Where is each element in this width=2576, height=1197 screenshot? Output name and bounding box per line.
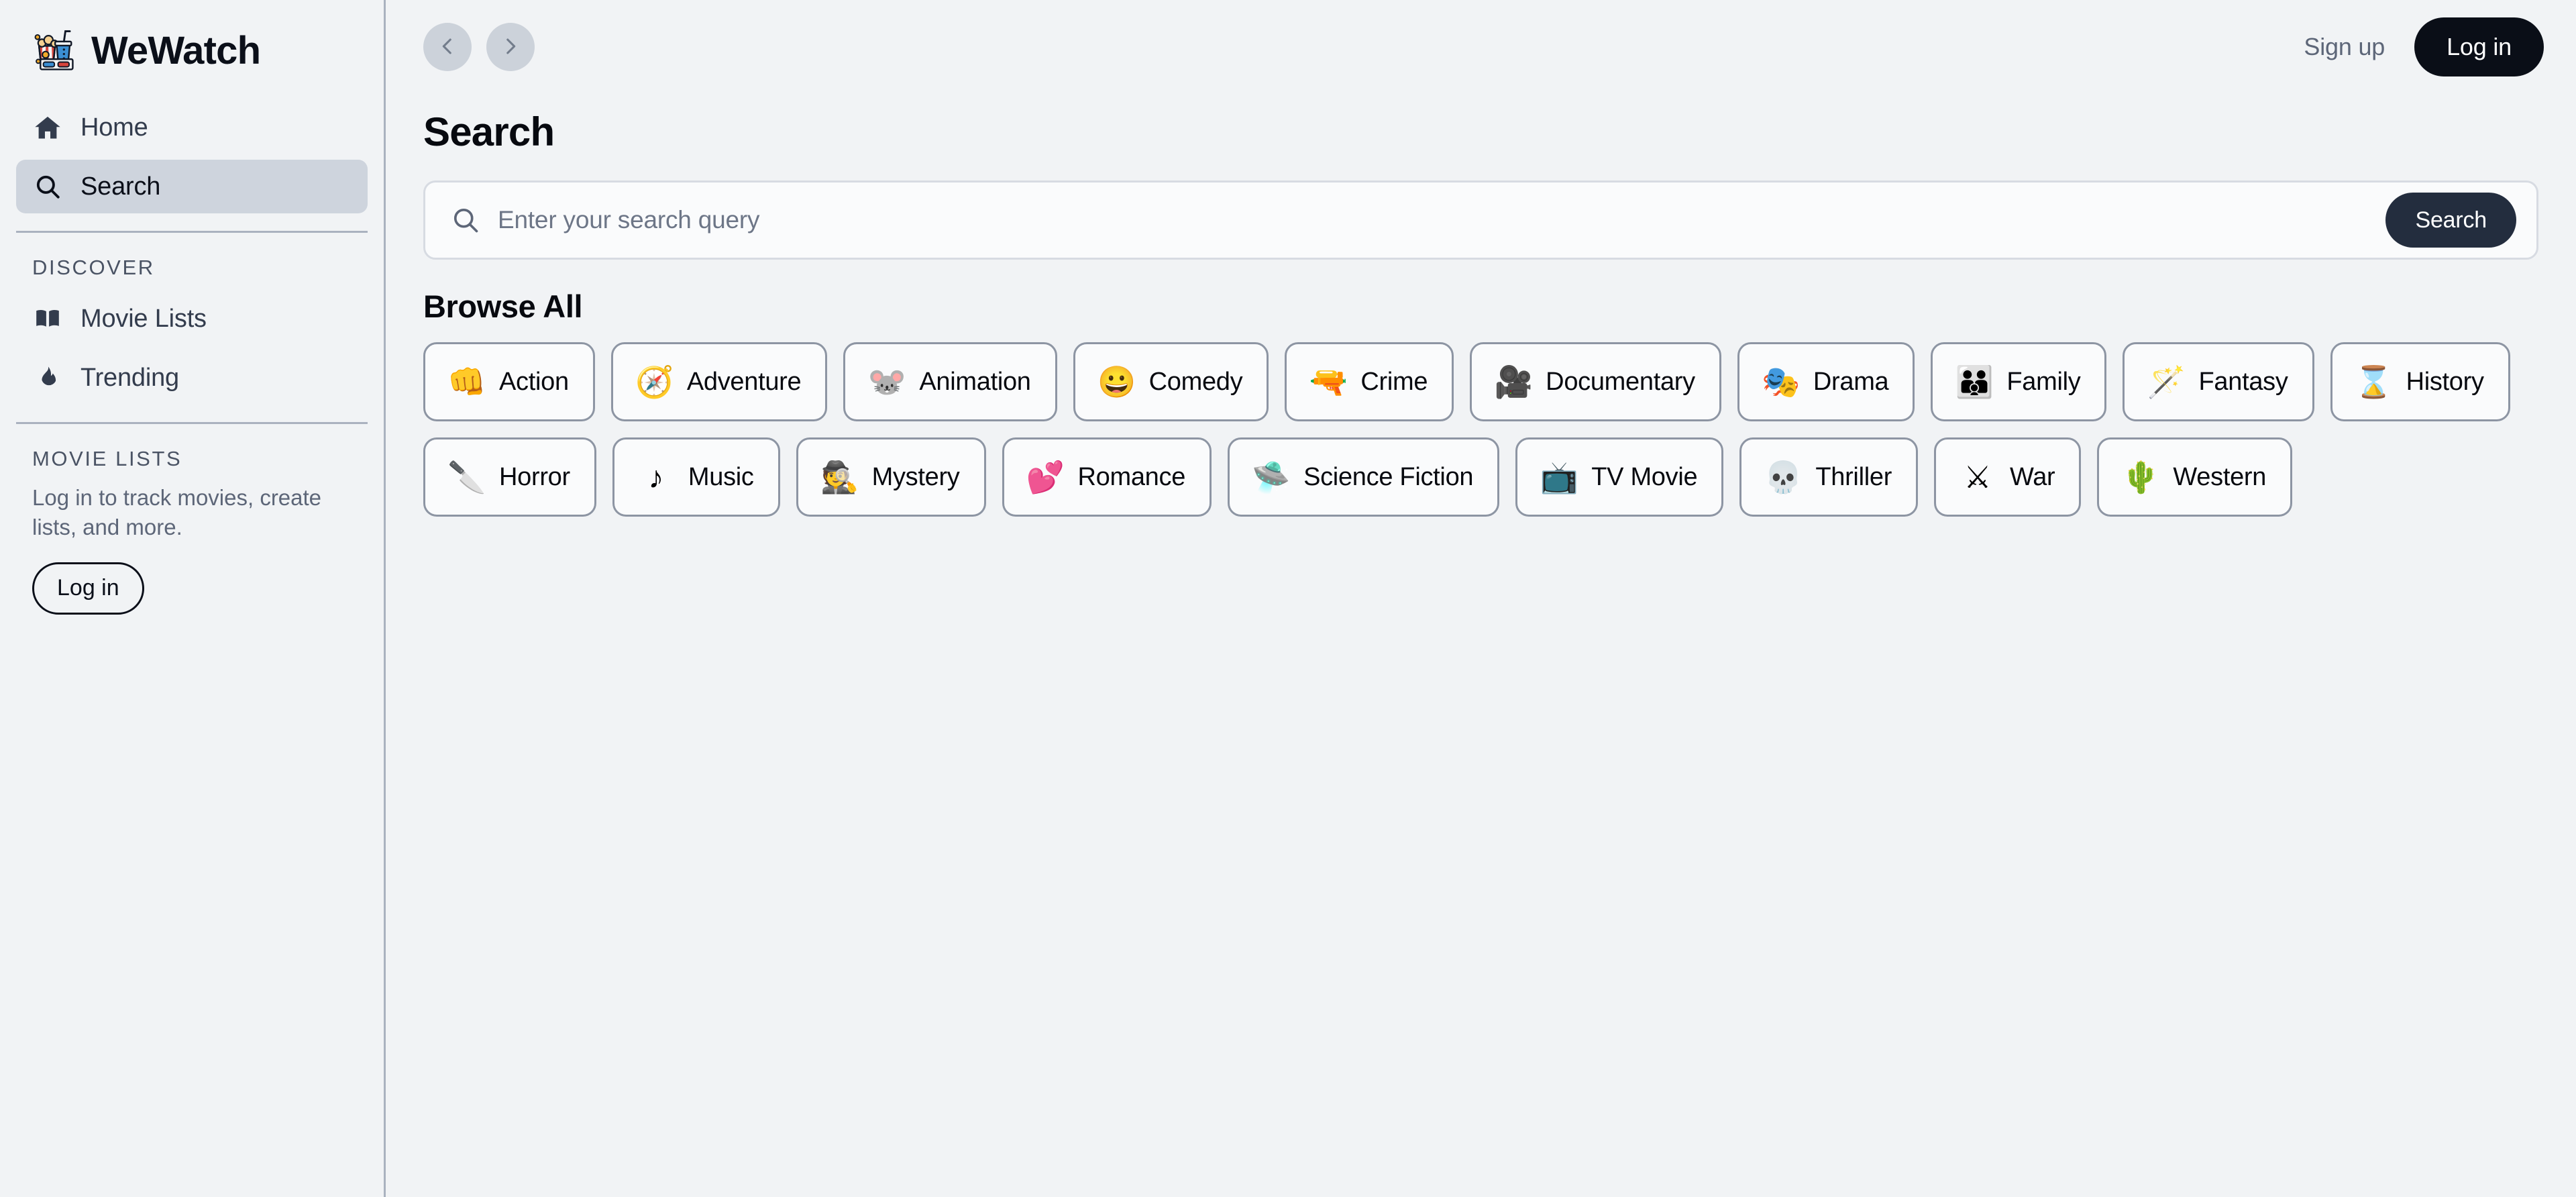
sidebar-item-home-label: Home (80, 113, 148, 142)
app-root: WeWatch Home Search DISCOVER Movie Lists… (0, 0, 2576, 1197)
sidebar: WeWatch Home Search DISCOVER Movie Lists… (0, 0, 386, 1197)
genre-chip-list: 👊 Action 🧭 Adventure 🐭 Animation 😀 Comedy 🔫 Crime… (423, 342, 2538, 517)
mouse-ears-icon: 🐭 (867, 364, 906, 399)
sidebar-item-trending[interactable]: Trending (16, 351, 368, 405)
sign-up-button[interactable]: Sign up (2304, 33, 2385, 61)
genre-chip-label: Crime (1360, 367, 1428, 396)
sidebar-section-movie-lists-title: MOVIE LISTS (32, 447, 182, 470)
genre-chip-animation[interactable]: 🐭 Animation (843, 342, 1057, 421)
brand[interactable]: WeWatch (16, 0, 368, 101)
crossed-swords-icon: ⚔ (1964, 460, 1992, 495)
sidebar-item-home[interactable]: Home (16, 101, 368, 154)
search-icon (449, 204, 482, 236)
home-icon (32, 112, 63, 143)
music-note-icon: ♪ (648, 460, 664, 495)
auth-actions: Sign up Log in (2304, 17, 2544, 76)
sidebar-item-search-label: Search (80, 172, 161, 201)
genre-chip-tv-movie[interactable]: 📺 TV Movie (1515, 437, 1724, 517)
genre-chip-music[interactable]: ♪ Music (612, 437, 780, 517)
search-page: Search Search Browse All 👊 Action 🧭 Adventu… (386, 109, 2576, 517)
genre-chip-thriller[interactable]: 💀 Thriller (1739, 437, 1919, 517)
genre-chip-adventure[interactable]: 🧭 Adventure (610, 342, 828, 421)
two-hearts-icon: 💕 (1026, 460, 1065, 495)
forward-button[interactable] (486, 23, 535, 71)
sidebar-primary-nav: Home Search (16, 101, 368, 213)
page-title: Search (423, 109, 555, 154)
genre-chip-crime[interactable]: 🔫 Crime (1285, 342, 1454, 421)
comedy-mask-icon: 😀 (1097, 364, 1136, 399)
sidebar-login-button[interactable]: Log in (32, 562, 144, 615)
film-camera-icon: 🎥 (1494, 364, 1533, 399)
genre-chip-label: War (2010, 462, 2055, 491)
sidebar-section-discover-title: DISCOVER (32, 256, 155, 279)
genre-chip-science-fiction[interactable]: 🛸 Science Fiction (1228, 437, 1500, 517)
search-submit-button[interactable]: Search (2385, 193, 2516, 248)
sidebar-item-trending-label: Trending (80, 363, 179, 392)
genre-chip-label: Action (499, 367, 569, 396)
tv-play-icon: 📺 (1540, 460, 1578, 495)
history-nav-arrows (423, 23, 535, 71)
magic-wand-icon: 🪄 (2147, 364, 2186, 399)
hourglass-icon: ⌛ (2354, 364, 2394, 399)
back-button[interactable] (423, 23, 472, 71)
genre-chip-fantasy[interactable]: 🪄 Fantasy (2123, 342, 2314, 421)
skull-icon: 💀 (1764, 460, 1803, 495)
knife-icon: 🔪 (447, 460, 486, 495)
genre-chip-western[interactable]: 🌵 Western (2097, 437, 2293, 517)
genre-chip-label: Science Fiction (1303, 462, 1474, 491)
popcorn-drink-3d-glasses-icon (30, 26, 78, 74)
brand-name: WeWatch (91, 28, 261, 72)
search-bar[interactable]: Search (423, 180, 2538, 260)
genre-chip-label: Fantasy (2198, 367, 2288, 396)
genre-chip-label: Thriller (1815, 462, 1892, 491)
pistol-icon: 🔫 (1309, 364, 1348, 399)
log-in-button[interactable]: Log in (2414, 17, 2544, 76)
genre-chip-documentary[interactable]: 🎥 Documentary (1470, 342, 1721, 421)
fist-icon: 👊 (447, 364, 486, 399)
genre-chip-label: Drama (1813, 367, 1889, 396)
genre-chip-label: Horror (499, 462, 570, 491)
genre-chip-label: Documentary (1546, 367, 1695, 396)
sidebar-item-movie-lists-label: Movie Lists (80, 304, 207, 333)
family-icon: 👪 (1955, 364, 1994, 399)
cactus-icon: 🌵 (2121, 460, 2161, 495)
genre-chip-label: Romance (1077, 462, 1186, 491)
genre-chip-label: Comedy (1148, 367, 1243, 396)
genre-chip-mystery[interactable]: 🕵 Mystery (796, 437, 986, 517)
compass-icon: 🧭 (635, 364, 674, 399)
genre-chip-label: Adventure (686, 367, 802, 396)
drama-mask-icon: 🎭 (1762, 364, 1801, 399)
genre-chip-label: Animation (919, 367, 1031, 396)
sidebar-item-movie-lists[interactable]: Movie Lists (16, 292, 368, 346)
genre-chip-label: Western (2173, 462, 2267, 491)
flying-saucer-icon: 🛸 (1252, 460, 1291, 495)
genre-chip-horror[interactable]: 🔪 Horror (423, 437, 596, 517)
search-icon (32, 171, 63, 202)
sidebar-login-note: Log in to track movies, create lists, an… (32, 485, 322, 539)
genre-chip-family[interactable]: 👪 Family (1931, 342, 2107, 421)
genre-chip-label: History (2406, 367, 2484, 396)
genre-chip-label: Mystery (871, 462, 960, 491)
genre-chip-label: Music (688, 462, 754, 491)
genre-chip-label: Family (2006, 367, 2081, 396)
sidebar-discover-nav: Movie Lists Trending (16, 292, 368, 405)
genre-chip-drama[interactable]: 🎭 Drama (1737, 342, 1915, 421)
chevron-right-icon (499, 35, 522, 60)
flame-icon (32, 362, 63, 393)
genre-chip-history[interactable]: ⌛ History (2330, 342, 2510, 421)
browse-all-heading: Browse All (423, 289, 583, 324)
genre-chip-label: TV Movie (1591, 462, 1698, 491)
genre-chip-comedy[interactable]: 😀 Comedy (1073, 342, 1269, 421)
topbar: Sign up Log in (386, 0, 2576, 94)
sidebar-item-search[interactable]: Search (16, 160, 368, 213)
genre-chip-action[interactable]: 👊 Action (423, 342, 595, 421)
detective-icon: 🕵 (820, 460, 859, 495)
main-content: Sign up Log in Search Search Browse All … (386, 0, 2576, 1197)
genre-chip-war[interactable]: ⚔ War (1934, 437, 2082, 517)
chevron-left-icon (436, 35, 459, 60)
genre-chip-romance[interactable]: 💕 Romance (1002, 437, 1212, 517)
book-icon (32, 303, 63, 334)
search-input[interactable] (498, 206, 2386, 234)
